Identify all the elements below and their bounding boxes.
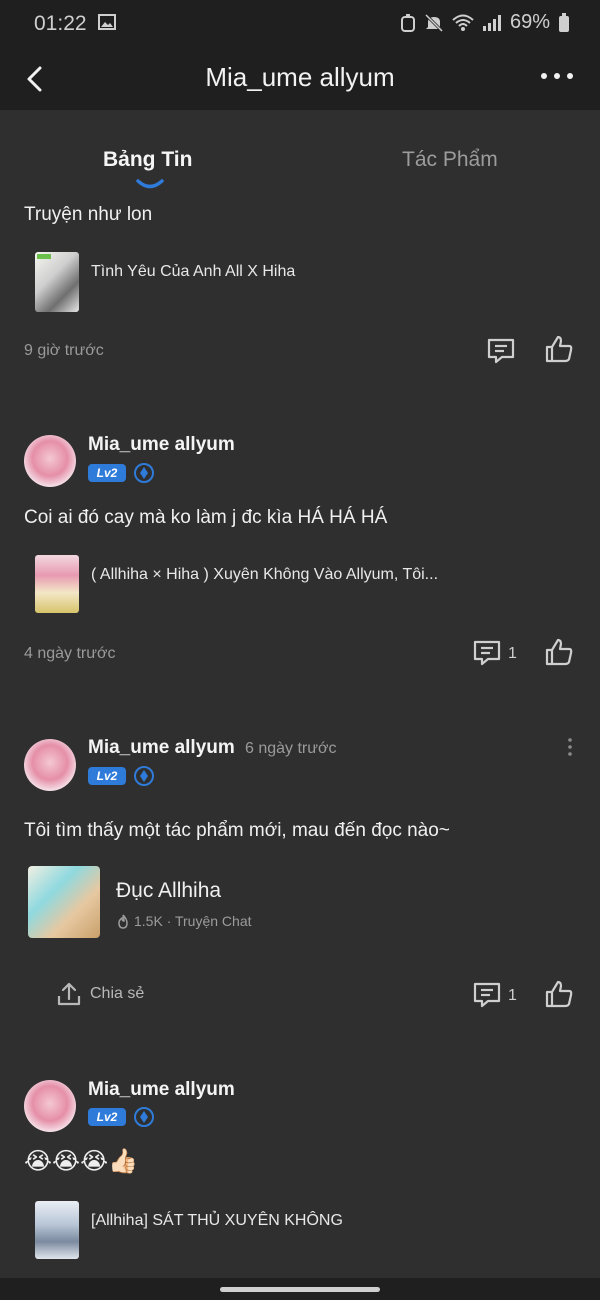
work-card-thumbnail[interactable] xyxy=(28,866,100,938)
wifi-icon xyxy=(452,14,474,31)
work-card-stats: 1.5K · Truyện Chat xyxy=(134,913,252,929)
author-name[interactable]: Mia_ume allyum xyxy=(88,434,235,456)
battery-percent: 69% xyxy=(509,11,550,33)
post-text: Tôi tìm thấy một tác phẩm mới, mau đến đ… xyxy=(24,820,450,841)
work-thumbnail[interactable] xyxy=(35,252,79,312)
status-bar: 01:22 69% xyxy=(0,0,600,46)
avatar[interactable] xyxy=(24,739,76,791)
system-nav-bar xyxy=(0,1278,600,1300)
post-emojis: 😭😭😭👍🏻 xyxy=(24,1148,139,1175)
diamond-badge-icon xyxy=(134,463,154,483)
comment-count: 1 xyxy=(508,645,517,662)
work-card-meta: 1.5K · Truyện Chat xyxy=(116,913,252,929)
work-thumbnail[interactable] xyxy=(35,555,79,613)
like-icon[interactable] xyxy=(544,979,574,1009)
post-time: 4 ngày trước xyxy=(24,645,116,662)
level-badge: Lv2 xyxy=(88,767,126,785)
work-title-link[interactable]: [Allhiha] SÁT THỦ XUYÊN KHÔNG xyxy=(91,1212,343,1230)
more-horizontal-icon[interactable] xyxy=(540,70,574,82)
more-vertical-icon[interactable] xyxy=(566,737,574,757)
comment-icon[interactable] xyxy=(486,336,516,366)
share-icon xyxy=(57,982,81,1006)
level-badge: Lv2 xyxy=(88,464,126,482)
signal-icon xyxy=(482,14,501,31)
work-thumbnail[interactable] xyxy=(35,1201,79,1259)
author-name[interactable]: Mia_ume allyum xyxy=(88,737,235,759)
work-title-link[interactable]: Tình Yêu Của Anh All X Hiha xyxy=(91,263,295,281)
level-badge: Lv2 xyxy=(88,1108,126,1126)
tab-works[interactable]: Tác Phẩm xyxy=(402,148,498,172)
comment-count: 1 xyxy=(508,987,517,1004)
page-title: Mia_ume allyum xyxy=(205,62,395,92)
comment-icon[interactable] xyxy=(472,638,502,668)
work-title-link[interactable]: ( Allhiha × Hiha ) Xuyên Không Vào Allyu… xyxy=(91,566,438,584)
like-icon[interactable] xyxy=(544,637,574,667)
mute-icon xyxy=(424,13,444,32)
work-card-title[interactable]: Đục Allhiha xyxy=(116,879,221,903)
battery-icon xyxy=(559,12,569,32)
status-time: 01:22 xyxy=(34,12,87,35)
home-gesture-handle[interactable] xyxy=(220,1287,380,1292)
tab-feed[interactable]: Bảng Tin xyxy=(103,148,192,172)
avatar[interactable] xyxy=(24,435,76,487)
new-badge-icon xyxy=(37,254,51,259)
profile-tabs: Bảng Tin Tác Phẩm xyxy=(0,110,600,194)
diamond-badge-icon xyxy=(134,766,154,786)
tab-active-indicator xyxy=(136,179,164,189)
avatar[interactable] xyxy=(24,1080,76,1132)
post-time: 9 giờ trước xyxy=(24,342,104,359)
post-time: 6 ngày trước xyxy=(245,740,337,757)
diamond-badge-icon xyxy=(134,1107,154,1127)
share-label: Chia sẻ xyxy=(90,985,145,1002)
share-button[interactable]: Chia sẻ xyxy=(56,981,144,1007)
like-icon[interactable] xyxy=(544,334,574,364)
status-icons: 69% xyxy=(400,11,570,34)
post-text: Truyện như lon xyxy=(24,204,153,225)
comment-icon[interactable] xyxy=(472,980,502,1010)
image-icon xyxy=(98,14,116,30)
alarm-icon xyxy=(400,13,415,32)
author-name[interactable]: Mia_ume allyum xyxy=(88,1079,235,1101)
flame-icon xyxy=(118,913,128,929)
post-text: Coi ai đó cay mà ko làm j đc kìa HÁ HÁ H… xyxy=(24,507,388,528)
app-header: Mia_ume allyum xyxy=(0,46,600,110)
